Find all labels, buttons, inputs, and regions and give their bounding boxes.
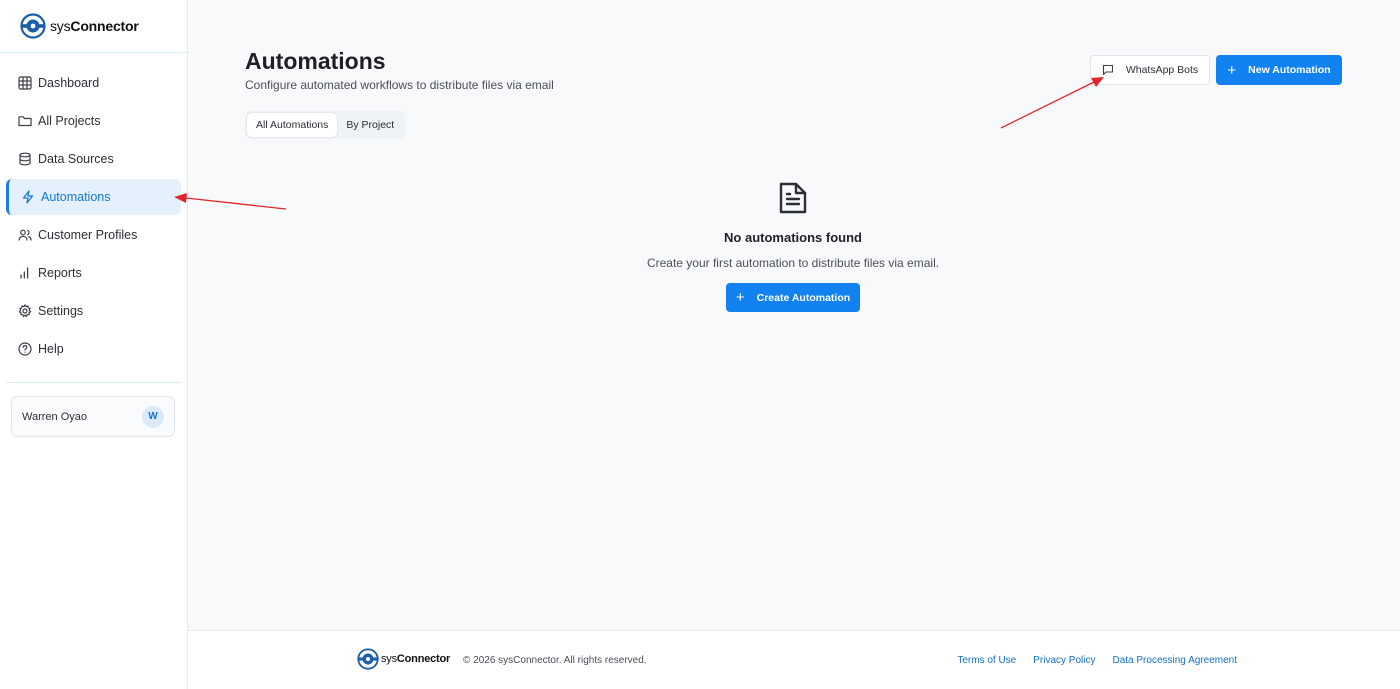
footer-brand-name: sysConnector xyxy=(381,653,451,665)
brand-name: sysConnector xyxy=(50,18,139,34)
sidebar-divider xyxy=(6,382,181,383)
message-square-icon xyxy=(1102,64,1114,76)
plus-icon: + xyxy=(735,289,745,306)
new-automation-label: New Automation xyxy=(1248,64,1331,76)
sysconnector-logo-icon xyxy=(20,13,46,39)
sidebar-item-data-sources[interactable]: Data Sources xyxy=(6,141,181,177)
sidebar-item-label: Data Sources xyxy=(38,152,114,166)
sidebar: sysConnector Dashboard All Projects Data… xyxy=(0,0,188,689)
sidebar-item-label: Settings xyxy=(38,304,84,318)
sidebar-item-help[interactable]: Help xyxy=(6,331,181,367)
empty-state-title: No automations found xyxy=(724,230,862,245)
bar-chart-icon xyxy=(18,266,32,280)
sidebar-nav: Dashboard All Projects Data Sources Auto… xyxy=(0,53,187,367)
sidebar-item-customer-profiles[interactable]: Customer Profiles xyxy=(6,217,181,253)
sidebar-item-label: Help xyxy=(38,342,64,356)
users-icon xyxy=(18,228,32,242)
sidebar-item-label: Customer Profiles xyxy=(38,228,138,242)
create-automation-label: Create Automation xyxy=(756,291,851,304)
empty-state-text: Create your first automation to distribu… xyxy=(646,256,940,270)
sidebar-item-automations[interactable]: Automations xyxy=(6,179,181,215)
sidebar-item-label: Dashboard xyxy=(38,76,100,90)
sysconnector-logo-icon xyxy=(357,648,379,670)
new-automation-button[interactable]: + New Automation xyxy=(1216,55,1342,85)
footer-brand[interactable]: sysConnector xyxy=(357,648,450,670)
annotation-arrow-whatsapp xyxy=(1000,77,1104,129)
page-subtitle: Configure automated workflows to distrib… xyxy=(245,78,554,92)
sidebar-item-settings[interactable]: Settings xyxy=(6,293,181,329)
copyright-text: © 2026 sysConnector. All rights reserved… xyxy=(463,655,647,666)
view-tabs: All Automations By Project xyxy=(245,111,406,139)
whatsapp-bots-button[interactable]: WhatsApp Bots xyxy=(1090,55,1210,85)
footer-links: Terms of Use Privacy Policy Data Process… xyxy=(940,655,1237,666)
sidebar-item-label: Reports xyxy=(38,266,82,280)
whatsapp-bots-label: WhatsApp Bots xyxy=(1125,64,1199,76)
footer: sysConnector © 2026 sysConnector. All ri… xyxy=(188,630,1400,689)
sidebar-item-label: Automations xyxy=(41,190,111,204)
help-circle-icon xyxy=(18,342,32,356)
page-title: Automations xyxy=(245,48,386,74)
sidebar-item-dashboard[interactable]: Dashboard xyxy=(6,65,181,101)
database-icon xyxy=(18,152,32,166)
avatar[interactable]: W xyxy=(142,405,164,428)
sidebar-item-label: All Projects xyxy=(38,114,101,128)
user-card[interactable]: Warren Oyao W xyxy=(11,396,175,437)
plus-icon: + xyxy=(1227,61,1237,79)
privacy-policy-link[interactable]: Privacy Policy xyxy=(1033,655,1095,666)
user-name: Warren Oyao xyxy=(22,410,88,423)
lightning-icon xyxy=(21,190,35,204)
gear-icon xyxy=(18,304,32,318)
tab-by-project[interactable]: By Project xyxy=(337,113,403,137)
folder-icon xyxy=(18,114,32,128)
create-automation-button[interactable]: + Create Automation xyxy=(726,283,860,312)
annotation-layer xyxy=(174,77,1104,210)
data-processing-agreement-link[interactable]: Data Processing Agreement xyxy=(1112,655,1237,666)
brand[interactable]: sysConnector xyxy=(0,0,187,53)
sidebar-item-reports[interactable]: Reports xyxy=(6,255,181,291)
grid-icon xyxy=(18,76,32,90)
document-icon xyxy=(779,182,807,214)
sidebar-item-all-projects[interactable]: All Projects xyxy=(6,103,181,139)
terms-of-use-link[interactable]: Terms of Use xyxy=(957,655,1016,666)
annotation-arrow-automations xyxy=(174,193,287,210)
tab-all-automations[interactable]: All Automations xyxy=(247,113,338,137)
